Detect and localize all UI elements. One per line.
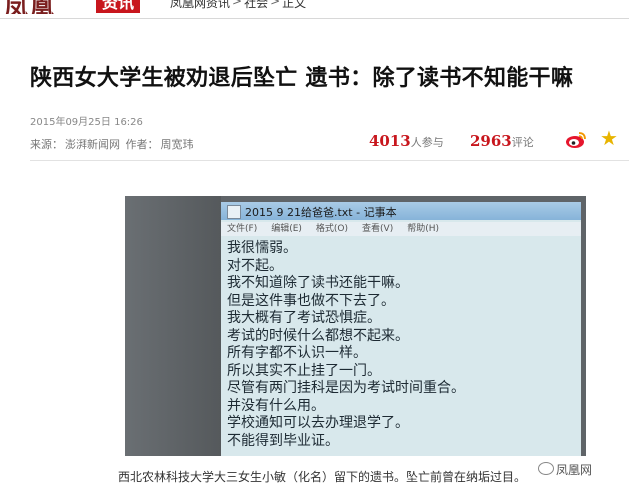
meta-divider [30, 160, 629, 161]
comments-stat[interactable]: 2963评论 [470, 132, 534, 150]
site-logo[interactable]: 凤凰 [4, 0, 56, 14]
watermark-icon [538, 462, 554, 475]
notepad-titlebar: 2015 9 21给爸爸.txt - 记事本 [221, 202, 581, 220]
notepad-menu-item: 查看(V) [362, 224, 394, 234]
star-icon[interactable]: ★ [600, 128, 618, 148]
notepad-menu: 文件(F) 编辑(E) 格式(O) 查看(V) 帮助(H) [221, 222, 581, 236]
site-header: 凤凰 资讯 凤凰网资讯 > 社会 > 正文 [0, 0, 629, 14]
author-label: 作者： [125, 138, 159, 151]
note-line: 我不知道除了读书还能干嘛。 [227, 275, 409, 291]
note-line: 我很懦弱。 [227, 240, 297, 256]
watermark-text: 凤凰网 [556, 463, 593, 477]
notepad-menu-item: 格式(O) [315, 224, 349, 234]
note-line: 尽管有两门挂科是因为考试时间重合。 [227, 380, 465, 396]
note-line: 考试的时候什么都想不起来。 [227, 327, 409, 344]
breadcrumb-separator: > [270, 0, 281, 8]
breadcrumb-separator: > [232, 0, 243, 8]
notepad-screen: 2015 9 21给爸爸.txt - 记事本 文件(F) 编辑(E) 格式(O)… [221, 202, 581, 456]
photo-background [125, 196, 221, 456]
note-line: 并没有什么用。 [227, 397, 325, 414]
channel-badge[interactable]: 资讯 [96, 0, 141, 13]
header-divider [0, 18, 629, 19]
photo-watermark: 凤凰网 [538, 461, 592, 478]
article-title: 陕西女大学生被劝退后坠亡 遗书：除了读书不知能干嘛 [30, 66, 574, 91]
breadcrumb-current: 正文 [282, 0, 307, 10]
article-photo: 2015 9 21给爸爸.txt - 记事本 文件(F) 编辑(E) 格式(O)… [125, 196, 586, 456]
participants-stat[interactable]: 4013人参与 [369, 132, 444, 150]
photo-caption: 西北农林科技大学大三女生小敏（化名）留下的遗书。坠亡前曾在纳垢过目。 [118, 470, 527, 484]
publish-time: 2015年09月25日 16:26 [30, 117, 143, 128]
breadcrumb-section[interactable]: 社会 [244, 0, 268, 11]
source-line: 来源： 澎湃新闻网 作者： 周宽玮 [30, 136, 196, 152]
participants-label: 人参与 [410, 136, 444, 149]
notepad-title: 2015 9 21给爸爸.txt - 记事本 [245, 206, 397, 219]
note-line: 不能得到毕业证。 [227, 432, 339, 449]
weibo-icon[interactable] [565, 131, 587, 149]
notepad-menu-item: 帮助(H) [407, 224, 440, 234]
breadcrumb-home[interactable]: 凤凰网资讯 [170, 0, 230, 11]
breadcrumb: 凤凰网资讯 > 社会 > 正文 [170, 0, 306, 11]
note-line: 对不起。 [227, 257, 283, 274]
source-label: 来源： [30, 138, 63, 151]
note-line: 所有字都不认识一样。 [227, 345, 367, 361]
note-line: 但是这件事也做不下去了。 [227, 292, 395, 309]
notepad-menu-item: 编辑(E) [271, 224, 302, 234]
notepad-text: 我很懦弱。 对不起。 我不知道除了读书还能干嘛。 但是这件事也做不下去了。 我大… [227, 240, 465, 450]
note-line: 所以其实不止挂了一门。 [227, 362, 381, 379]
comments-label: 评论 [511, 136, 534, 149]
notepad-icon [227, 205, 241, 219]
comments-count[interactable]: 2963 [470, 132, 512, 150]
notepad-menu-item: 文件(F) [227, 224, 258, 234]
note-line: 我大概有了考试恐惧症。 [227, 310, 381, 326]
source-link[interactable]: 澎湃新闻网 [65, 138, 120, 151]
note-line: 学校通知可以去办理退学了。 [227, 415, 409, 431]
participants-count[interactable]: 4013 [369, 132, 411, 150]
author-name: 周宽玮 [160, 138, 194, 151]
